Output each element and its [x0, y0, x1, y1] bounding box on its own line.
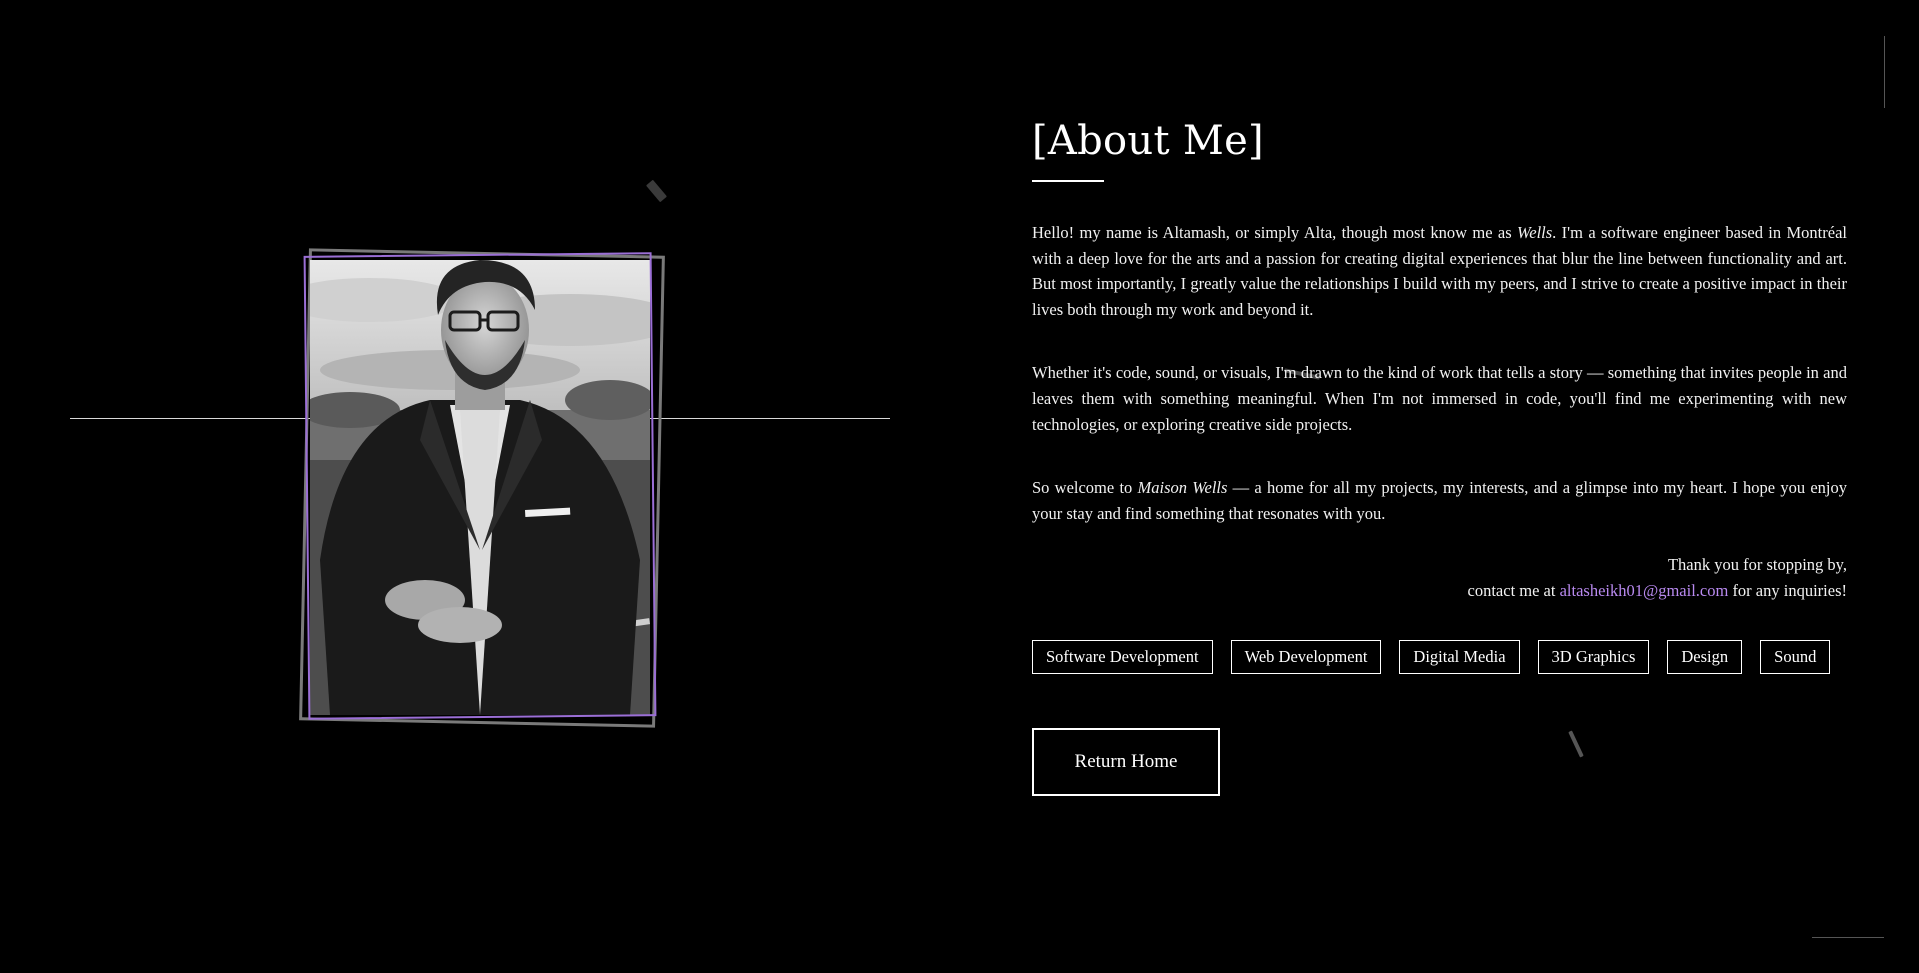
- profile-photo-frame: [298, 248, 668, 728]
- contact-text-end: for any inquiries!: [1728, 581, 1847, 601]
- decorative-vertical-line: [1884, 36, 1885, 108]
- contact-text-start: contact me at: [1467, 581, 1560, 601]
- intro-emphasis: Wells: [1517, 223, 1553, 242]
- tag-web-development: Web Development: [1230, 640, 1382, 675]
- email-link[interactable]: altasheikh01@gmail.com: [1560, 581, 1729, 600]
- interests-paragraph: Whether it's code, sound, or visuals, I'…: [1032, 363, 1847, 434]
- welcome-paragraph: So welcome to Maison Wells — a home for …: [1032, 475, 1847, 526]
- signoff-thanks: Thank you for stopping by,: [1667, 555, 1847, 575]
- tag-sound: Sound: [1760, 640, 1831, 675]
- intro-text-start: Hello! my name is Altamash, or simply Al…: [1032, 223, 1518, 242]
- about-content: [About Me] Hello! my name is Altamash, o…: [1032, 118, 1847, 797]
- decorative-shard: [645, 179, 668, 203]
- page-title: [About Me]: [1032, 118, 1264, 164]
- skill-tags: Software Development Web Development Dig…: [1032, 640, 1832, 675]
- signoff: Thank you for stopping by, contact me at…: [1032, 552, 1847, 604]
- welcome-emphasis: Maison Wells: [1137, 478, 1228, 498]
- photo-frame-purple: [303, 252, 657, 720]
- decorative-bottom-line: [1812, 937, 1884, 938]
- welcome-text-start: So welcome to: [1032, 478, 1138, 498]
- title-underline: [1032, 180, 1104, 182]
- intro-paragraph: Hello! my name is Altamash, or simply Al…: [1032, 220, 1847, 322]
- tag-3d-graphics: 3D Graphics: [1537, 640, 1650, 675]
- tag-software-development: Software Development: [1032, 640, 1213, 675]
- tag-digital-media: Digital Media: [1399, 640, 1520, 675]
- tag-design: Design: [1667, 640, 1743, 675]
- signoff-contact: contact me at altasheikh01@gmail.com for…: [1032, 578, 1847, 604]
- return-home-button[interactable]: Return Home: [1032, 728, 1220, 797]
